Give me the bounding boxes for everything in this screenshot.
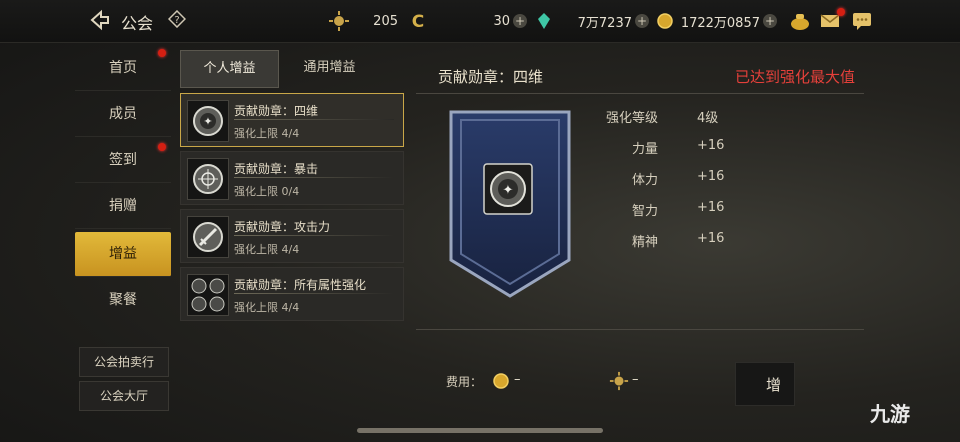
chat-icon[interactable]	[851, 10, 873, 32]
stat-value-strength: +16	[697, 138, 725, 153]
buff-item-four-dim[interactable]: ✦ 贡献勋章：四维 强化上限 4/4	[180, 93, 404, 147]
medal-attack-icon	[187, 216, 229, 258]
divider	[234, 235, 394, 236]
stat-label-vitality: 体力	[631, 173, 658, 188]
max-level-status: 已达到强化最大值	[735, 68, 856, 86]
sidebar-item-donate[interactable]: 捐赠	[75, 184, 171, 229]
add-gold-button[interactable]: +	[763, 14, 777, 28]
medal-all-attr-icon	[187, 274, 229, 316]
gem-icon	[538, 13, 550, 29]
sidebar-item-home[interactable]: 首页	[75, 46, 171, 91]
page-title: 公会	[121, 14, 154, 33]
buff-item-all-attr[interactable]: 贡献勋章：所有属性强化 强化上限 4/4	[180, 267, 404, 321]
add-c-coin-button[interactable]: +	[513, 14, 527, 28]
guild-sidebar: 首页 成员 签到 捐赠 增益 聚餐	[75, 44, 171, 334]
back-arrow-icon[interactable]	[88, 9, 110, 31]
buff-item-crit[interactable]: 贡献勋章：暴击 强化上限 0/4	[180, 151, 404, 205]
divider	[234, 293, 394, 294]
treasure-bag-icon[interactable]	[789, 10, 811, 32]
medal-four-dim-icon: ✦	[187, 100, 229, 142]
stat-value-spirit: +16	[697, 231, 725, 246]
buff-name: 贡献勋章：暴击	[234, 162, 319, 176]
buff-name: 贡献勋章：攻击力	[234, 220, 331, 234]
divider	[234, 177, 394, 178]
sun-token-icon	[609, 371, 629, 391]
panel-divider-bottom	[416, 329, 864, 330]
guild-hall-button[interactable]: 公会大厅	[79, 381, 169, 411]
watermark-logo: 九游	[870, 402, 910, 426]
fee-token-value: –	[632, 372, 639, 387]
currency-gem-value: 7万7237 +	[577, 14, 649, 31]
mail-notify-dot	[837, 8, 845, 16]
sidebar-item-dinner[interactable]: 聚餐	[75, 278, 171, 322]
currency-gold-value: 1722万0857 +	[680, 14, 777, 31]
home-notify-dot	[158, 49, 166, 57]
tab-common-buff[interactable]: 通用增益	[281, 50, 378, 86]
medal-crit-icon	[187, 158, 229, 200]
buff-limit: 强化上限 0/4	[234, 185, 300, 198]
gold-coin-icon	[493, 373, 509, 389]
currency-c-value: 30 +	[493, 13, 527, 29]
panel-divider-top	[416, 93, 864, 94]
stat-value-intellect: +16	[697, 200, 725, 215]
buff-limit: 强化上限 4/4	[234, 127, 300, 140]
divider	[234, 119, 394, 120]
sun-token-icon	[329, 11, 349, 31]
svg-text:✦: ✦	[503, 183, 514, 198]
sidebar-item-signin[interactable]: 签到	[75, 138, 171, 183]
svg-text:C: C	[412, 12, 424, 32]
c-coin-icon: C	[412, 12, 424, 32]
top-bar: 公会 ? 205 C 30 + 7万7237 + 1722万0857 +	[0, 0, 960, 43]
stat-value-vitality: +16	[697, 169, 725, 184]
add-gem-button[interactable]: +	[635, 14, 649, 28]
fee-gold-value: –	[514, 372, 521, 387]
buff-limit: 强化上限 4/4	[234, 301, 300, 314]
stat-label-intellect: 智力	[631, 204, 658, 219]
guild-auction-button[interactable]: 公会拍卖行	[79, 347, 169, 377]
detail-title: 贡献勋章：四维	[438, 68, 544, 86]
upgrade-button[interactable]: 增	[735, 362, 795, 406]
fee-label: 费用：	[446, 375, 483, 389]
buff-name: 贡献勋章：所有属性强化	[234, 278, 367, 292]
banner-emblem: ✦	[449, 110, 571, 298]
buff-item-attack[interactable]: 贡献勋章：攻击力 强化上限 4/4	[180, 209, 404, 263]
help-icon[interactable]: ?	[168, 10, 186, 28]
home-indicator	[357, 428, 603, 433]
currency-sun-value: 205	[373, 13, 398, 29]
stat-label-spirit: 精神	[631, 235, 658, 250]
signin-notify-dot	[158, 143, 166, 151]
tab-personal-buff[interactable]: 个人增益	[180, 50, 279, 88]
sidebar-item-buff[interactable]: 增益	[75, 232, 171, 277]
buff-name: 贡献勋章：四维	[234, 104, 319, 118]
stat-label-strength: 力量	[631, 142, 658, 157]
stat-value-level: 4级	[697, 111, 719, 126]
gold-coin-icon	[657, 13, 673, 29]
stat-label-level: 强化等级	[605, 111, 658, 126]
svg-text:?: ?	[174, 15, 179, 26]
sidebar-item-members[interactable]: 成员	[75, 92, 171, 137]
buff-limit: 强化上限 4/4	[234, 243, 300, 256]
svg-text:✦: ✦	[203, 115, 212, 128]
